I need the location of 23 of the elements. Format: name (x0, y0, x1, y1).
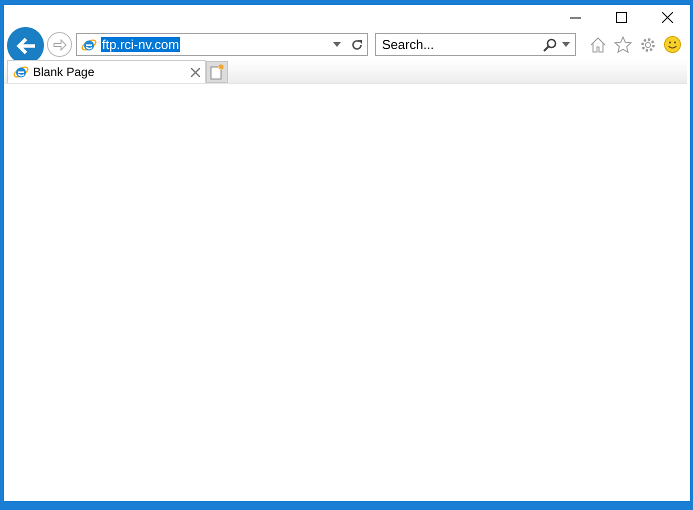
e-logo-icon (13, 64, 29, 80)
search-icon[interactable] (543, 38, 557, 52)
home-icon[interactable] (589, 36, 607, 54)
e-logo-icon (81, 36, 97, 52)
left-arrow-icon (14, 36, 36, 56)
settings-icon[interactable] (639, 36, 657, 54)
right-arrow-icon (52, 38, 66, 50)
new-page-icon (210, 64, 224, 80)
tab-title: Blank Page (33, 64, 94, 81)
dropdown-icon[interactable] (333, 42, 341, 47)
smiley-icon[interactable] (664, 36, 681, 53)
star-icon[interactable] (614, 36, 632, 54)
browser-tab[interactable]: Blank Page (7, 60, 206, 83)
close-icon[interactable] (191, 68, 200, 76)
refresh-icon[interactable] (351, 38, 363, 50)
forward-button[interactable] (47, 32, 72, 57)
address-text: ftp.rci-nv.com (101, 37, 180, 52)
new-tab-button[interactable] (206, 61, 228, 83)
maximize-icon (616, 12, 626, 23)
dropdown-icon[interactable] (562, 42, 570, 47)
search-field[interactable]: Search... (375, 33, 576, 56)
address-field[interactable]: ftp.rci-nv.com (76, 33, 368, 56)
close-icon (662, 12, 672, 23)
